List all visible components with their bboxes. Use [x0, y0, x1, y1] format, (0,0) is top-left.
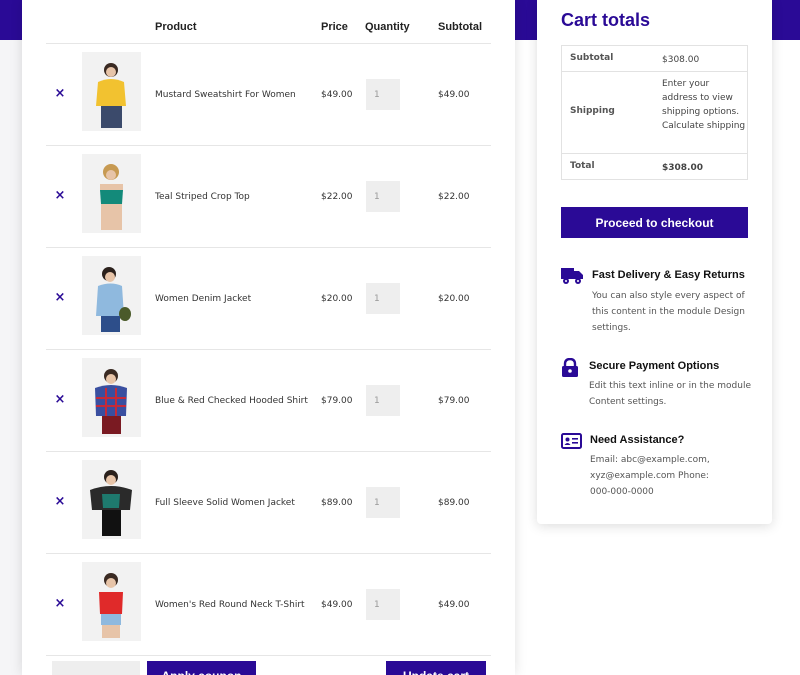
product-name[interactable]: Mustard Sweatshirt For Women — [155, 90, 296, 100]
feature-title: Secure Payment Options — [589, 360, 720, 372]
remove-item-icon[interactable]: × — [54, 597, 66, 611]
cart-totals-title: Cart totals — [561, 10, 651, 30]
totals-table: Subtotal $308.00 Shipping Enter your add… — [561, 45, 748, 180]
page-background — [0, 40, 22, 675]
product-name[interactable]: Women's Red Round Neck T-Shirt — [155, 600, 305, 610]
cart-table-header: Product Price Quantity Subtotal — [46, 0, 491, 44]
feature-title: Need Assistance? — [590, 434, 685, 446]
garment-shape — [95, 385, 127, 416]
subtotal-value: $308.00 — [662, 55, 700, 65]
quantity-input[interactable] — [366, 487, 400, 518]
contact-card-icon — [561, 432, 582, 454]
cart-row: × Women's Red Round Neck T-Shirt $49.00 … — [46, 554, 491, 656]
feature-body: Email: abc@example.com, xyz@example.com … — [590, 455, 710, 497]
product-subtotal: $89.00 — [438, 498, 470, 508]
column-header-price: Price — [321, 21, 348, 33]
product-name[interactable]: Full Sleeve Solid Women Jacket — [155, 498, 295, 508]
cart-row: × Mustard Sweatshirt For Women $49.00 $4… — [46, 44, 491, 146]
garment-shape — [96, 79, 126, 106]
subtotal-label: Subtotal — [570, 53, 614, 63]
product-subtotal: $20.00 — [438, 294, 470, 304]
product-price: $20.00 — [321, 294, 353, 304]
remove-item-icon[interactable]: × — [54, 393, 66, 407]
product-subtotal: $49.00 — [438, 90, 470, 100]
shipping-label: Shipping — [570, 106, 615, 116]
quantity-input[interactable] — [366, 79, 400, 110]
totals-row-subtotal: Subtotal $308.00 — [562, 46, 747, 72]
product-thumbnail[interactable] — [82, 52, 141, 131]
feature-title: Fast Delivery & Easy Returns — [592, 269, 745, 281]
column-header-product: Product — [155, 21, 197, 33]
quantity-input[interactable] — [366, 181, 400, 212]
garment-shape — [99, 592, 123, 614]
remove-item-icon[interactable]: × — [54, 189, 66, 203]
coupon-input[interactable] — [52, 661, 140, 675]
product-price: $49.00 — [321, 90, 353, 100]
product-thumbnail[interactable] — [82, 460, 141, 539]
product-subtotal: $22.00 — [438, 192, 470, 202]
feature-body: Edit this text inline or in the module C… — [589, 381, 751, 407]
cart-row: × Full Sleeve Solid Women Jacket $89.00 … — [46, 452, 491, 554]
product-price: $22.00 — [321, 192, 353, 202]
cart-row: × Blue & Red Checked Hooded Shirt $79.00… — [46, 350, 491, 452]
column-header-subtotal: Subtotal — [438, 21, 482, 33]
product-thumbnail[interactable] — [82, 358, 141, 437]
product-name[interactable]: Blue & Red Checked Hooded Shirt — [155, 396, 308, 406]
cart-table-panel: Product Price Quantity Subtotal × Mustar… — [22, 0, 515, 675]
product-thumbnail[interactable] — [82, 256, 141, 335]
feature-body: You can also style every aspect of this … — [592, 291, 745, 333]
product-price: $79.00 — [321, 396, 353, 406]
product-price: $49.00 — [321, 600, 353, 610]
product-subtotal: $79.00 — [438, 396, 470, 406]
remove-item-icon[interactable]: × — [54, 495, 66, 509]
remove-item-icon[interactable]: × — [54, 87, 66, 101]
update-cart-button[interactable]: Update cart — [386, 661, 486, 675]
totals-row-total: Total $308.00 — [562, 154, 747, 179]
garment-shape — [102, 494, 120, 508]
proceed-to-checkout-button[interactable]: Proceed to checkout — [561, 207, 748, 238]
cart-totals-panel: Cart totals Subtotal $308.00 Shipping En… — [537, 0, 772, 524]
cart-row: × Teal Striped Crop Top $22.00 $22.00 — [46, 146, 491, 248]
product-name[interactable]: Teal Striped Crop Top — [155, 192, 250, 202]
lock-icon — [561, 357, 579, 382]
apply-coupon-button[interactable]: Apply coupon — [147, 661, 256, 675]
garment-shape — [100, 190, 123, 204]
product-thumbnail[interactable] — [82, 154, 141, 233]
quantity-input[interactable] — [366, 283, 400, 314]
truck-icon — [561, 266, 583, 290]
remove-item-icon[interactable]: × — [54, 291, 66, 305]
total-label: Total — [570, 161, 595, 171]
product-name[interactable]: Women Denim Jacket — [155, 294, 251, 304]
quantity-input[interactable] — [366, 385, 400, 416]
product-price: $89.00 — [321, 498, 353, 508]
total-value: $308.00 — [662, 163, 703, 173]
column-header-quantity: Quantity — [365, 21, 410, 33]
product-subtotal: $49.00 — [438, 600, 470, 610]
cart-row: × Women Denim Jacket $20.00 $20.00 — [46, 248, 491, 350]
shipping-value[interactable]: Enter your address to view shipping opti… — [662, 77, 746, 133]
totals-row-shipping: Shipping Enter your address to view ship… — [562, 72, 747, 154]
product-thumbnail[interactable] — [82, 562, 141, 641]
quantity-input[interactable] — [366, 589, 400, 620]
